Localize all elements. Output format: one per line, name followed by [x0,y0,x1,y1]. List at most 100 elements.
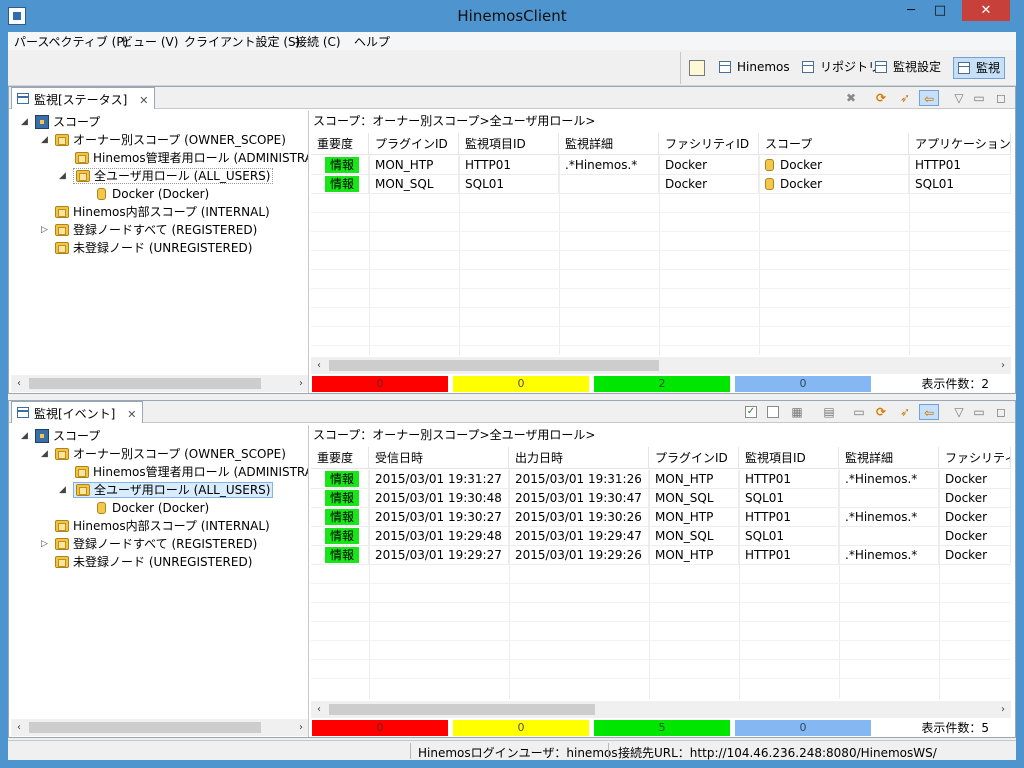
column-header-facility-id[interactable]: ファシリティID [659,133,759,155]
column-header-severity[interactable]: 重要度 [311,447,369,469]
view-menu-icon[interactable]: ▽ [951,404,967,420]
expand-icon[interactable]: ◢ [59,481,66,499]
scroll-right-icon[interactable]: › [995,357,1011,374]
menu-client-settings[interactable]: クライアント設定 (S) [184,33,300,50]
tree-horizontal-scrollbar[interactable]: ‹ › [11,719,308,736]
column-header-scope[interactable]: スコープ [759,133,909,155]
tree-node-admin-role[interactable]: Hinemos管理者用ロール (ADMINISTRATOR) [75,463,308,481]
scroll-thumb[interactable] [329,704,595,715]
expand-icon[interactable]: ◢ [59,167,66,185]
event-view: 監視[イベント] ✕ ✓ ▦ ▤ ▭ ⟳ ➶ ⇦ ▽ ▭ ◻ ◢ スコープ ◢ … [8,400,1016,738]
event-detail-icon[interactable]: ▤ [821,404,837,420]
scroll-thumb[interactable] [29,722,261,733]
tab-close-icon[interactable]: ✕ [139,94,148,107]
column-header-severity[interactable]: 重要度 [311,133,369,155]
tree-node-unregistered[interactable]: 未登録ノード (UNREGISTERED) [55,553,252,571]
column-header-monitor-detail[interactable]: 監視詳細 [839,447,939,469]
confirm-check-icon[interactable]: ✓ [745,406,757,418]
table-row[interactable]: 情報 2015/03/01 19:31:27 2015/03/01 19:31:… [311,470,1011,489]
tree-node-admin-role[interactable]: Hinemos管理者用ロール (ADMINISTRATOR) [75,149,308,167]
table-row[interactable]: 情報 MON_SQL SQL01 Docker Docker SQL01 [311,175,1011,194]
table-row[interactable]: 情報 MON_HTP HTTP01 .*Hinemos.* Docker Doc… [311,156,1011,175]
column-header-monitor-id[interactable]: 監視項目ID [739,447,839,469]
refresh-icon[interactable]: ⟳ [873,404,889,420]
table-horizontal-scrollbar[interactable]: ‹ › [311,357,1011,374]
expand-icon[interactable]: ◢ [21,427,28,445]
table-row[interactable]: 情報 2015/03/01 19:30:48 2015/03/01 19:30:… [311,489,1011,508]
scroll-thumb[interactable] [329,360,659,371]
close-button[interactable]: ✕ [962,0,1010,21]
expand-icon[interactable]: ◢ [21,113,28,131]
expand-icon[interactable]: ▷ [41,535,48,553]
column-header-facility-id[interactable]: ファシリティID [939,447,1011,469]
expand-icon[interactable]: ◢ [41,131,48,149]
critical-count: 0 [312,720,448,736]
expand-icon[interactable]: ◢ [41,445,48,463]
view-maximize-icon[interactable]: ◻ [993,90,1009,106]
minimize-button[interactable]: ─ [896,0,926,21]
scroll-left-icon[interactable]: ‹ [11,375,27,392]
view-minimize-icon[interactable]: ▭ [971,404,987,420]
scroll-right-icon[interactable]: › [995,701,1011,718]
table-horizontal-scrollbar[interactable]: ‹ › [311,701,1011,718]
tree-node-registered[interactable]: ▷ 登録ノードすべて (REGISTERED) [41,535,257,553]
title-bar[interactable]: HinemosClient ─ □ ✕ [0,0,1024,32]
tree-node-internal[interactable]: Hinemos内部スコープ (INTERNAL) [55,203,270,221]
scope-back-icon[interactable]: ⇦ [919,404,939,420]
delete-icon[interactable]: ✖ [843,90,859,106]
batch-confirm-icon[interactable]: ▦ [789,404,805,420]
refresh-icon[interactable]: ⟳ [873,90,889,106]
column-header-received-time[interactable]: 受信日時 [369,447,509,469]
scroll-left-icon[interactable]: ‹ [311,357,327,374]
pin-icon[interactable]: ➶ [897,90,913,106]
view-minimize-icon[interactable]: ▭ [971,90,987,106]
perspective-monitor-settings[interactable]: 監視設定 [871,57,945,79]
tree-node-docker[interactable]: Docker (Docker) [97,185,209,203]
tree-node-all-users[interactable]: ◢ 全ユーザ用ロール (ALL_USERS) [59,481,274,499]
tab-close-icon[interactable]: ✕ [127,408,136,421]
unconfirm-check-icon[interactable] [767,406,779,418]
view-maximize-icon[interactable]: ◻ [993,404,1009,420]
menu-perspective[interactable]: パースペクティブ (P) [14,33,128,50]
tree-node-all-users[interactable]: ◢ 全ユーザ用ロール (ALL_USERS) [59,167,274,185]
tree-node-owner-scope[interactable]: ◢ オーナー別スコープ (OWNER_SCOPE) [41,131,286,149]
tree-node-docker[interactable]: Docker (Docker) [97,499,209,517]
tree-node-unregistered[interactable]: 未登録ノード (UNREGISTERED) [55,239,252,257]
pin-icon[interactable]: ➶ [897,404,913,420]
menu-help[interactable]: ヘルプ [354,33,390,50]
tab-monitor-status[interactable]: 監視[ステータス] ✕ [11,87,156,109]
tree-horizontal-scrollbar[interactable]: ‹ › [11,375,308,392]
perspective-monitor[interactable]: 監視 [953,57,1006,79]
expand-icon[interactable]: ▷ [41,221,48,239]
menu-view[interactable]: ビュー (V) [121,33,178,50]
column-header-plugin-id[interactable]: プラグインID [369,133,459,155]
scroll-right-icon[interactable]: › [293,719,308,736]
column-header-monitor-id[interactable]: 監視項目ID [459,133,559,155]
column-header-plugin-id[interactable]: プラグインID [649,447,739,469]
tab-monitor-event[interactable]: 監視[イベント] ✕ [11,401,144,423]
maximize-button[interactable]: □ [926,0,954,21]
tree-node-registered[interactable]: ▷ 登録ノードすべて (REGISTERED) [41,221,257,239]
scroll-thumb[interactable] [29,378,261,389]
column-header-output-time[interactable]: 出力日時 [509,447,649,469]
scroll-right-icon[interactable]: › [293,375,308,392]
view-menu-icon[interactable]: ▽ [951,90,967,106]
tree-node-scope-root[interactable]: ◢ スコープ [21,427,100,445]
menu-connection[interactable]: 接続 (C) [295,33,341,50]
table-row[interactable]: 情報 2015/03/01 19:29:27 2015/03/01 19:29:… [311,546,1011,565]
table-row[interactable]: 情報 2015/03/01 19:29:48 2015/03/01 19:29:… [311,527,1011,546]
tree-node-internal[interactable]: Hinemos内部スコープ (INTERNAL) [55,517,270,535]
perspective-hinemos[interactable]: Hinemos [715,57,794,79]
scroll-left-icon[interactable]: ‹ [11,719,27,736]
tree-node-scope-root[interactable]: ◢ スコープ [21,113,100,131]
tree-node-label: 全ユーザ用ロール (ALL_USERS) [94,169,271,183]
scope-back-icon[interactable]: ⇦ [919,90,939,106]
event-view-header: 監視[イベント] ✕ ✓ ▦ ▤ ▭ ⟳ ➶ ⇦ ▽ ▭ ◻ [9,401,1015,423]
tree-node-owner-scope[interactable]: ◢ オーナー別スコープ (OWNER_SCOPE) [41,445,286,463]
column-header-application[interactable]: アプリケーション [909,133,1011,155]
table-row[interactable]: 情報 2015/03/01 19:30:27 2015/03/01 19:30:… [311,508,1011,527]
open-perspective-icon[interactable] [689,60,705,76]
scroll-left-icon[interactable]: ‹ [311,701,327,718]
filter-icon[interactable]: ▭ [851,404,867,420]
column-header-monitor-detail[interactable]: 監視詳細 [559,133,659,155]
